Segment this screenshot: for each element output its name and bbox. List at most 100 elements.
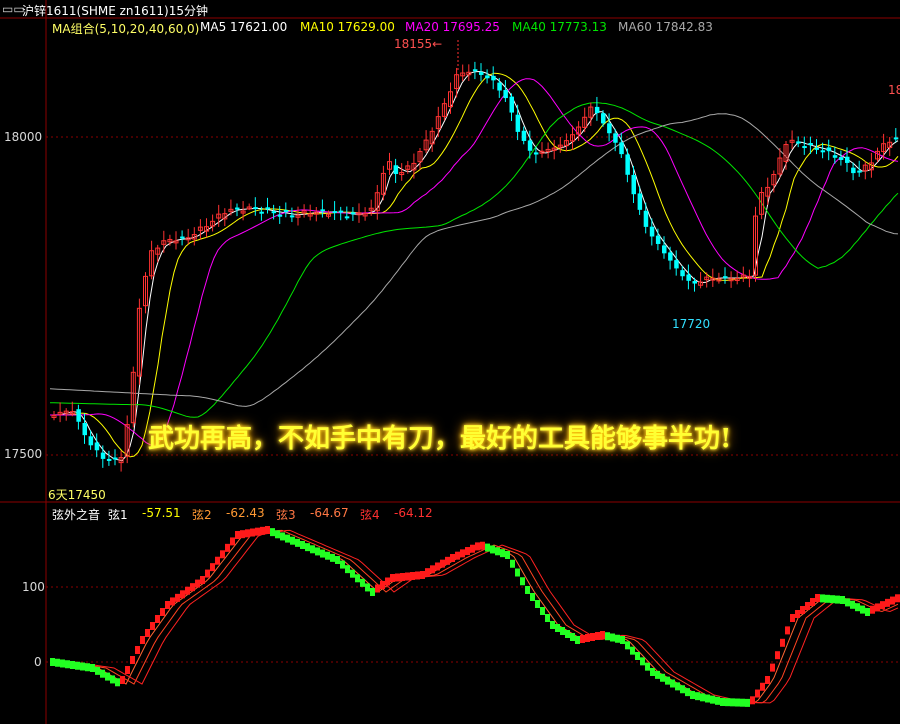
osc-bar-down <box>675 682 680 691</box>
osc-bar-up <box>120 676 125 684</box>
candle-body-down <box>686 274 691 281</box>
candle-body-down <box>320 209 325 212</box>
osc-bar-down <box>680 685 685 694</box>
osc-bar-down <box>705 694 710 703</box>
candle-body-down <box>283 210 289 213</box>
osc-bar-up <box>235 531 240 539</box>
osc-bar-down <box>710 695 715 704</box>
osc-bar-up <box>475 542 480 551</box>
line3-value: -64.67 <box>310 506 349 520</box>
osc-bar-down <box>670 679 675 688</box>
price-label-18000: 18000 <box>4 130 43 144</box>
candle-body-down <box>680 270 685 277</box>
candle-body-down <box>82 422 87 436</box>
osc-bar-up <box>885 598 890 607</box>
candle-body-down <box>832 155 838 158</box>
osc-bar-up <box>875 603 880 612</box>
osc-bar-down <box>55 658 60 667</box>
osc-bar-down <box>360 578 365 587</box>
osc-bar-down <box>845 598 850 607</box>
right-edge-annotation: 18 <box>888 83 900 97</box>
candle-body-down <box>289 215 295 218</box>
candle-body-down <box>180 236 185 239</box>
line4-value: -64.12 <box>394 506 433 520</box>
osc-bar-up <box>130 656 135 664</box>
osc-bar-down <box>80 662 85 671</box>
candle-body-down <box>485 75 490 79</box>
osc-bar-down <box>515 568 520 577</box>
osc-bar-down <box>635 652 640 660</box>
candle-body-down <box>106 458 112 461</box>
osc-bar-up <box>170 597 175 606</box>
candle-body-down <box>893 137 899 140</box>
indicator-name[interactable]: 弦外之音 <box>52 506 100 523</box>
osc-bar-down <box>560 627 565 635</box>
osc-bar-up <box>410 572 415 580</box>
candle-body-down <box>814 147 819 150</box>
osc-bar-down <box>75 661 80 670</box>
osc-bar-down <box>740 698 745 707</box>
candle-body-down <box>509 96 514 113</box>
osc-bar-down <box>295 538 300 547</box>
osc-bar-up <box>220 550 225 559</box>
slogan-overlay: 武功再高，不如手中有刀，最好的工具能够事半功! <box>148 424 732 454</box>
osc-bar-up <box>765 676 770 684</box>
candle-body-down <box>607 123 612 134</box>
osc-bar-up <box>785 626 790 635</box>
osc-bar-up <box>205 569 210 578</box>
osc-bar-up <box>600 631 605 639</box>
osc-bar-down <box>715 696 720 705</box>
candle-body-down <box>344 216 350 219</box>
osc-bar-up <box>180 590 185 599</box>
candle-body-down <box>253 207 258 210</box>
candle-body-down <box>259 211 264 214</box>
candle-body-down <box>649 226 655 237</box>
osc-bar-up <box>770 663 775 672</box>
osc-bar-up <box>375 584 380 593</box>
osc-bar-down <box>615 634 620 643</box>
osc-bar-up <box>135 646 140 654</box>
candle-body-down <box>521 130 527 141</box>
osc-bar-up <box>450 554 455 562</box>
ma5-line <box>50 70 899 462</box>
candle-body-down <box>594 106 600 114</box>
osc-bar-up <box>195 579 200 588</box>
osc-bar-down <box>545 614 550 622</box>
osc-bar-down <box>835 595 840 604</box>
chart-canvas[interactable] <box>0 0 900 724</box>
osc-bar-up <box>465 547 470 556</box>
osc-bar-down <box>70 661 75 669</box>
osc-bar-down <box>650 668 655 676</box>
osc-bar-down <box>490 545 495 554</box>
high-annotation: 18155← <box>394 37 443 51</box>
candle-body-down <box>613 133 618 143</box>
osc-bar-down <box>610 633 615 642</box>
candle-body-down <box>76 409 81 422</box>
candle-body-down <box>838 157 844 160</box>
osc-bar-up <box>890 596 895 605</box>
osc-bar-down <box>370 588 375 596</box>
osc-bar-up <box>425 568 430 577</box>
osc-bar-down <box>665 676 670 685</box>
osc-bar-down <box>730 698 735 707</box>
osc-bar-up <box>880 601 885 610</box>
osc-bar-down <box>850 600 855 609</box>
line4-label: 弦4 <box>360 508 380 522</box>
osc-bar-down <box>115 678 120 687</box>
candle-body-down <box>533 152 539 155</box>
osc-bar-up <box>780 638 785 647</box>
osc-bar-up <box>590 633 595 641</box>
candle-body-down <box>503 90 508 99</box>
osc-bar-down <box>485 543 490 552</box>
osc-bar-down <box>365 583 370 592</box>
candle-body-down <box>601 113 606 124</box>
candle-body-down <box>350 212 356 215</box>
osc-bar-up <box>145 629 150 637</box>
osc-bar-up <box>420 571 425 579</box>
osc-bar-up <box>815 594 820 602</box>
osc-bar-down <box>550 621 555 629</box>
osc-bar-up <box>190 583 195 592</box>
ma-group-label[interactable]: MA组合(5,10,20,40,60,0) <box>52 20 199 37</box>
osc-bar-down <box>110 675 115 684</box>
osc-bar-down <box>605 632 610 641</box>
